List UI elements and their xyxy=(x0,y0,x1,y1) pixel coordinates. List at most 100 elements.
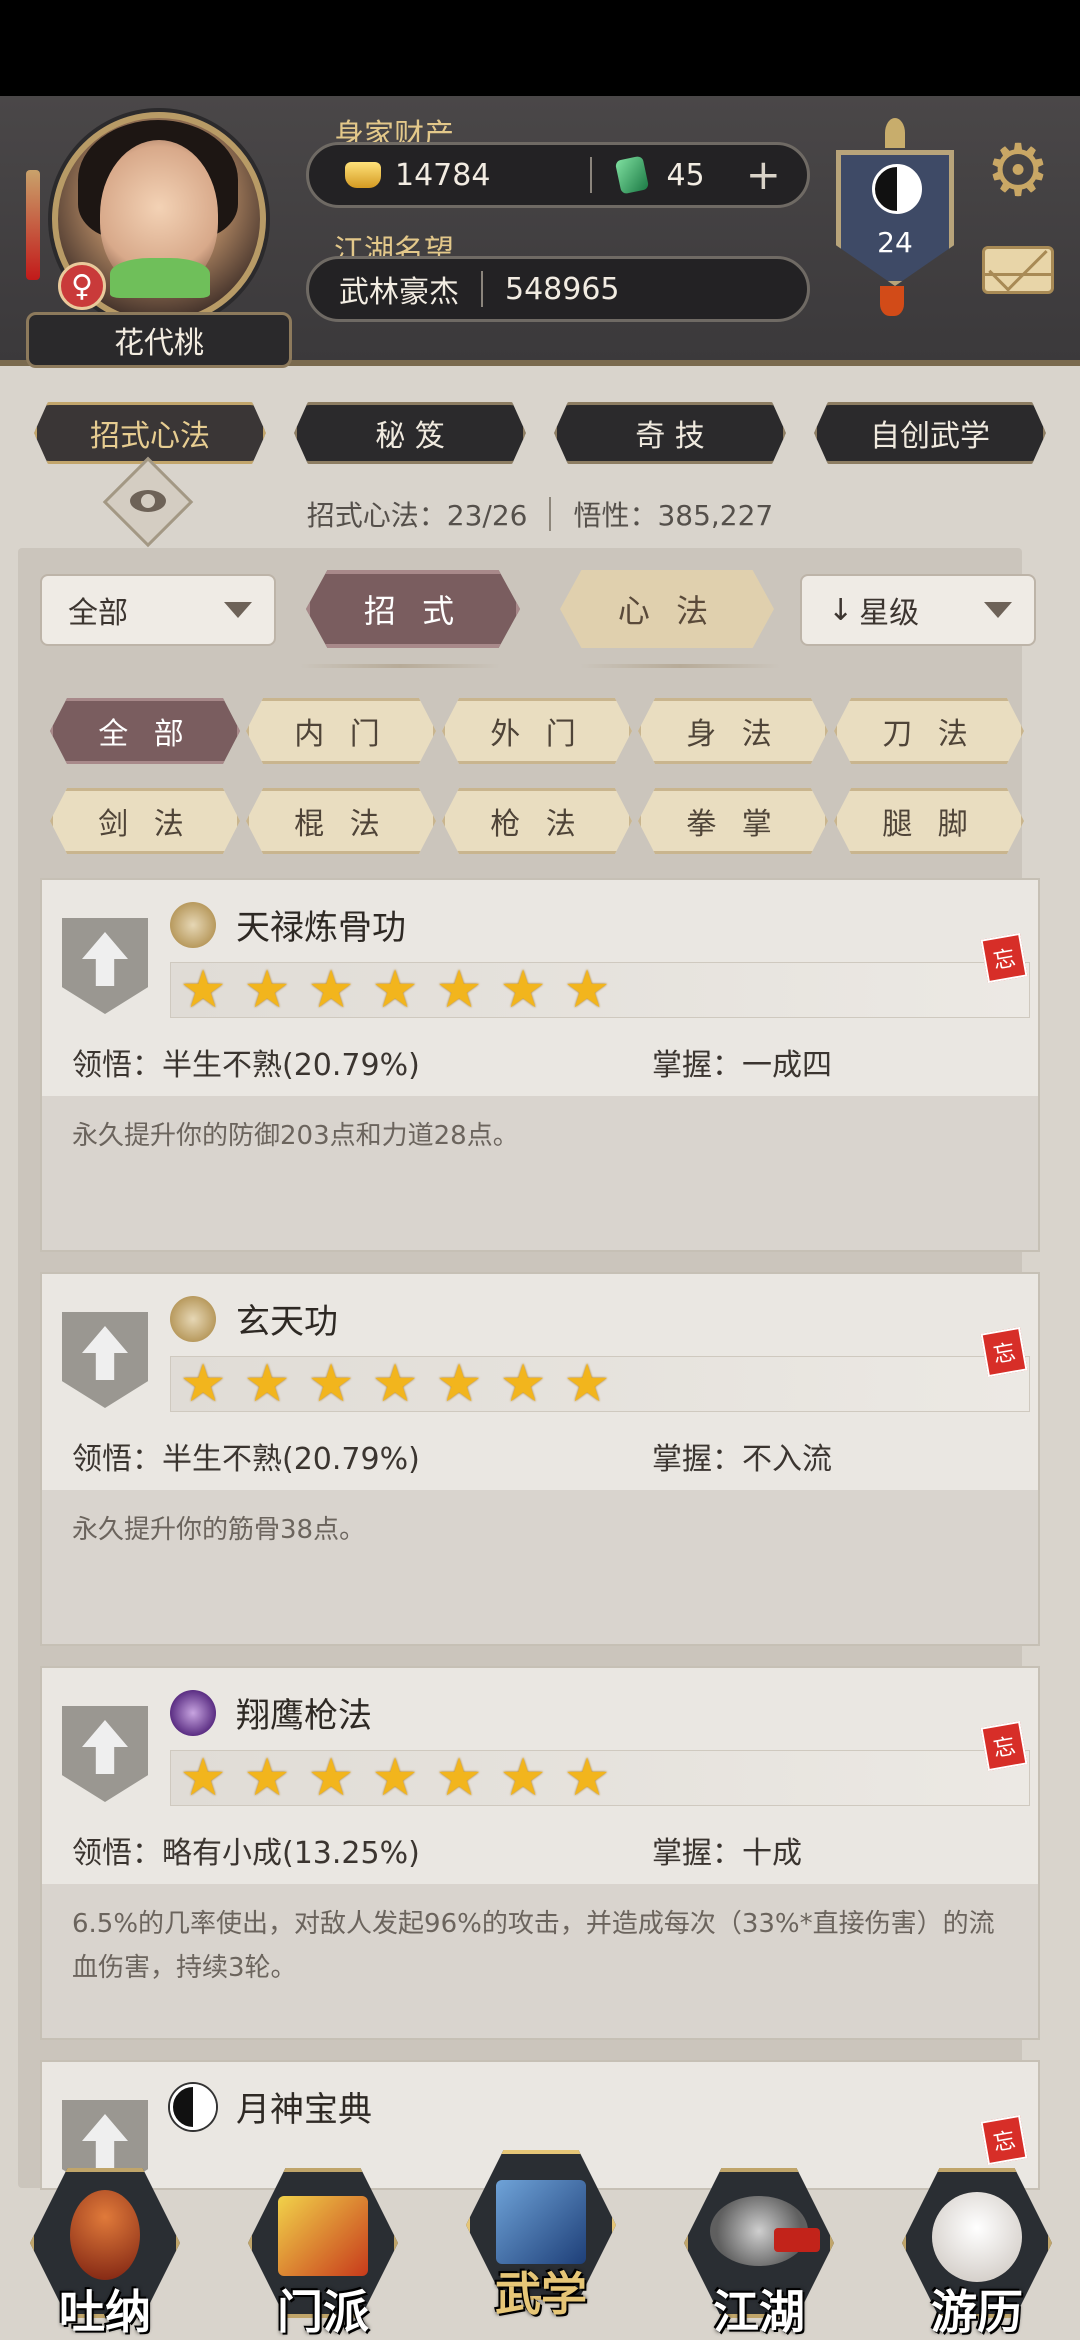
star-icon: ★ xyxy=(307,1748,355,1808)
star-icon: ★ xyxy=(371,1354,419,1414)
nav-sect[interactable]: 门派 xyxy=(248,2168,398,2339)
comprehension: 领悟：半生不熟(20.79%) xyxy=(72,1442,420,1477)
skill-description: 永久提升你的防御203点和力道28点。 xyxy=(42,1096,1038,1250)
nav-label: 吐纳 xyxy=(59,2285,151,2339)
gear-icon[interactable]: ⚙ xyxy=(982,134,1054,206)
chip-saber[interactable]: 刀 法 xyxy=(834,698,1024,764)
sort-dropdown[interactable]: ↓ 星级 xyxy=(800,574,1036,646)
skill-card[interactable]: 天禄炼骨功 ★ ★ ★ ★ ★ ★ ★ 忘 领悟：半生不熟(20.79%) 掌握：一成四 永… xyxy=(40,878,1040,1252)
tab-secret-manuals[interactable]: 秘 笈 xyxy=(294,402,526,464)
chip-staff[interactable]: 棍 法 xyxy=(246,788,436,854)
character-name: 花代桃 xyxy=(26,312,292,368)
forget-button[interactable]: 忘 xyxy=(980,932,1028,984)
goat-skull-icon xyxy=(170,1296,216,1342)
gold-ingot-icon xyxy=(345,162,381,188)
avatar-collar xyxy=(110,258,210,298)
reputation-value: 548965 xyxy=(505,271,620,307)
star-icon: ★ xyxy=(179,1748,227,1808)
add-currency-button[interactable]: + xyxy=(746,154,781,196)
sect-banner-icon xyxy=(278,2196,368,2276)
red-ribbon-icon xyxy=(774,2228,820,2252)
avatar-tassel-decoration xyxy=(26,170,40,280)
star-icon: ★ xyxy=(371,960,419,1020)
forget-button[interactable]: 忘 xyxy=(980,1720,1028,1772)
chip-leg[interactable]: 腿 脚 xyxy=(834,788,1024,854)
skill-name: 天禄炼骨功 xyxy=(236,908,406,948)
skill-description: 永久提升你的筋骨38点。 xyxy=(42,1490,1038,1644)
nav-label: 门派 xyxy=(277,2285,369,2339)
skill-name: 玄天功 xyxy=(236,1302,338,1342)
nav-travel[interactable]: 游历 xyxy=(902,2168,1052,2339)
star-icon: ★ xyxy=(499,1354,547,1414)
type-moves-button[interactable]: 招 式 xyxy=(306,570,520,648)
skill-card[interactable]: 玄天功 ★ ★ ★ ★ ★ ★ ★ 忘 领悟：半生不熟(20.79%) 掌握：不入流 永久提… xyxy=(40,1272,1040,1646)
insight-value: 悟性：385,227 xyxy=(573,499,774,532)
yin-yang-icon xyxy=(872,164,922,214)
skill-description: 6.5%的几率使出，对敌人发起96%的攻击，并造成每次（33%*直接伤害）的流血… xyxy=(42,1884,1038,2038)
meditating-monk-icon xyxy=(70,2190,140,2280)
emblem-tassel xyxy=(880,286,904,316)
star-icon: ★ xyxy=(563,960,611,1020)
tab-skills-methods[interactable]: 招式心法 xyxy=(34,402,266,464)
tab-special-arts[interactable]: 奇 技 xyxy=(554,402,786,464)
reputation-bar: 武林豪杰 548965 xyxy=(306,256,810,322)
female-gender-icon: ♀ xyxy=(58,262,106,310)
mastery: 掌握：一成四 xyxy=(652,1048,832,1083)
star-rating: ★ ★ ★ ★ ★ ★ ★ xyxy=(170,962,1030,1018)
comprehension: 领悟：略有小成(13.25%) xyxy=(72,1836,420,1871)
divider xyxy=(300,664,500,668)
gold-amount: 14784 xyxy=(395,157,491,193)
star-icon: ★ xyxy=(435,1354,483,1414)
star-icon: ★ xyxy=(307,1354,355,1414)
chip-movement[interactable]: 身 法 xyxy=(638,698,828,764)
star-rating: ★ ★ ★ ★ ★ ★ ★ xyxy=(170,1356,1030,1412)
skill-name: 月神宝典 xyxy=(236,2090,372,2130)
chip-fist[interactable]: 拳 掌 xyxy=(638,788,828,854)
mastery: 掌握：不入流 xyxy=(652,1442,832,1477)
chip-sword[interactable]: 剑 法 xyxy=(50,788,240,854)
nav-breathing[interactable]: 吐纳 xyxy=(30,2168,180,2339)
martial-book-icon xyxy=(496,2180,586,2264)
jade-icon xyxy=(615,155,650,195)
tab-self-created[interactable]: 自创武学 xyxy=(814,402,1046,464)
chip-outer-sect[interactable]: 外 门 xyxy=(442,698,632,764)
nav-label: 游历 xyxy=(931,2285,1023,2339)
goat-skull-icon xyxy=(170,902,216,948)
skill-stats: 招式心法：23/26 悟性：385,227 xyxy=(0,494,1080,534)
comprehension: 领悟：半生不熟(20.79%) xyxy=(72,1048,420,1083)
reputation-title: 武林豪杰 xyxy=(339,275,459,310)
nav-label: 武学 xyxy=(495,2267,587,2321)
chip-spear[interactable]: 枪 法 xyxy=(442,788,632,854)
emblem-ornament xyxy=(885,118,905,148)
divider xyxy=(580,664,780,668)
spear-icon xyxy=(170,1690,216,1736)
star-icon: ★ xyxy=(435,1748,483,1808)
star-icon: ★ xyxy=(243,960,291,1020)
category-dropdown[interactable]: 全部 xyxy=(40,574,276,646)
star-icon: ★ xyxy=(179,1354,227,1414)
star-icon: ★ xyxy=(499,960,547,1020)
sort-dropdown-value: 星级 xyxy=(859,596,920,631)
star-icon: ★ xyxy=(243,1354,291,1414)
star-icon: ★ xyxy=(563,1354,611,1414)
skill-card[interactable]: 翔鹰枪法 ★ ★ ★ ★ ★ ★ ★ 忘 领悟：略有小成(13.25%) 掌握：十成 6.5… xyxy=(40,1666,1040,2040)
type-methods-button[interactable]: 心 法 xyxy=(560,570,774,648)
skill-count: 招式心法：23/26 xyxy=(306,499,528,532)
forget-button[interactable]: 忘 xyxy=(980,1326,1028,1378)
jade-amount: 45 xyxy=(666,157,705,193)
star-icon: ★ xyxy=(371,1748,419,1808)
chip-inner-sect[interactable]: 内 门 xyxy=(246,698,436,764)
nav-jianghu[interactable]: 江湖 xyxy=(684,2168,834,2339)
star-icon: ★ xyxy=(243,1748,291,1808)
status-bar xyxy=(0,0,1080,96)
nav-martial-arts[interactable]: 武学 xyxy=(466,2150,616,2321)
chip-all[interactable]: 全 部 xyxy=(50,698,240,764)
star-icon: ★ xyxy=(307,960,355,1020)
star-icon: ★ xyxy=(179,960,227,1020)
yin-yang-icon xyxy=(170,2084,216,2130)
star-icon: ★ xyxy=(499,1748,547,1808)
chevron-down-icon xyxy=(984,602,1012,618)
star-icon: ★ xyxy=(435,960,483,1020)
nav-label: 江湖 xyxy=(713,2285,805,2339)
chevron-down-icon xyxy=(224,602,252,618)
